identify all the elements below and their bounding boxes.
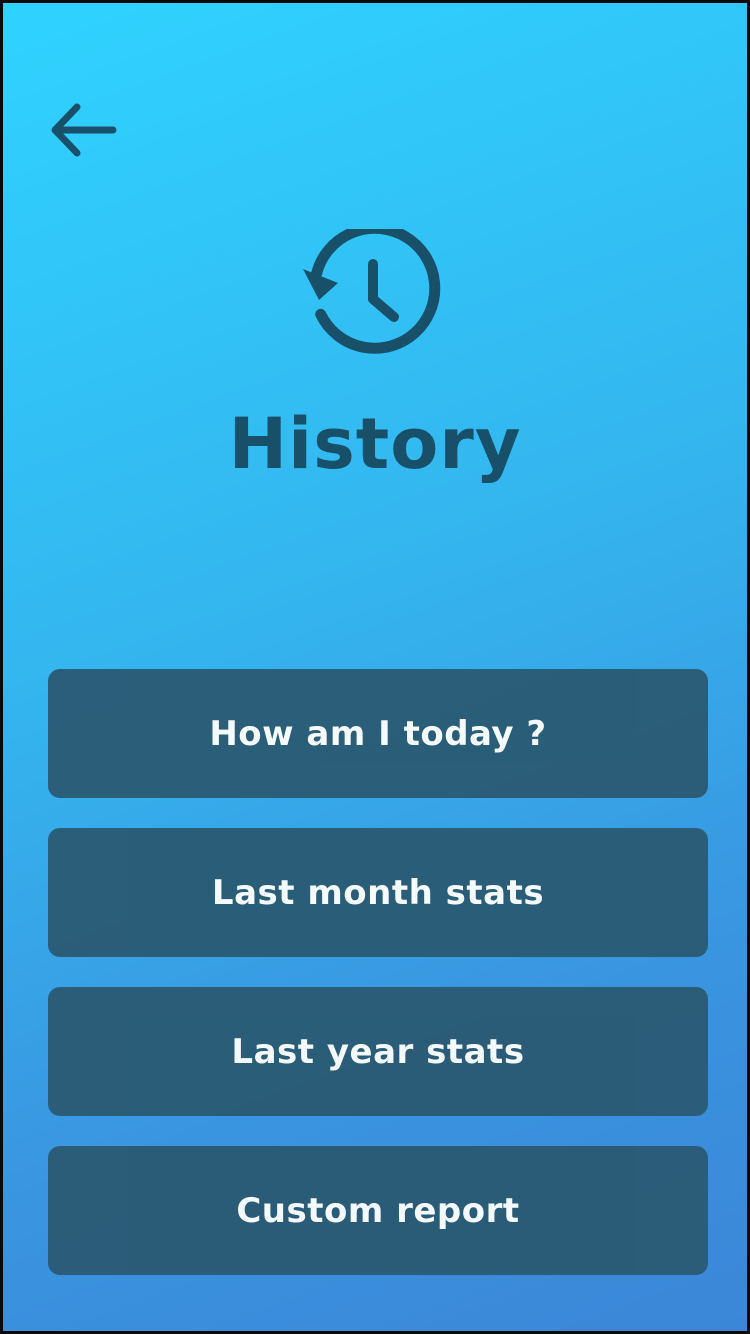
how-am-i-today-button[interactable]: How am I today ? (48, 669, 708, 798)
history-menu: How am I today ? Last month stats Last y… (48, 669, 708, 1305)
page-title: History (228, 403, 522, 485)
arrow-left-icon (51, 103, 117, 157)
last-year-stats-button[interactable]: Last year stats (48, 987, 708, 1116)
last-month-stats-button[interactable]: Last month stats (48, 828, 708, 957)
back-button[interactable] (47, 99, 121, 161)
history-clock-icon (303, 229, 441, 354)
history-screen: History How am I today ? Last month stat… (0, 0, 750, 1334)
custom-report-button[interactable]: Custom report (48, 1146, 708, 1275)
